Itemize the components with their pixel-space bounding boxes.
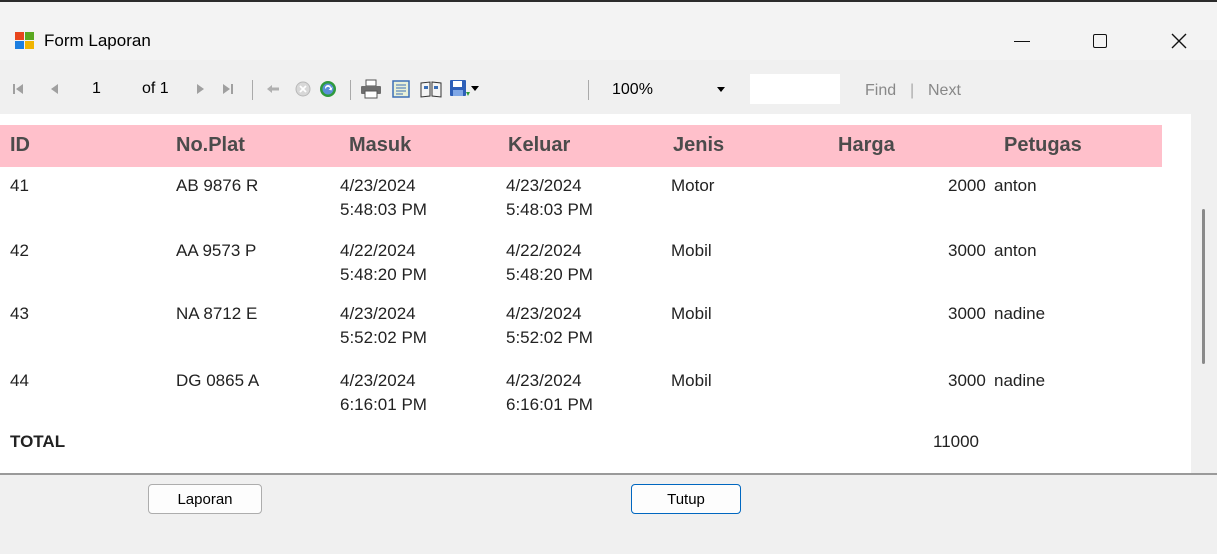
window-title: Form Laporan [44,31,151,50]
cell-keluar-date: 4/23/2024 [506,176,582,195]
vertical-scrollbar[interactable] [1191,114,1217,474]
cell-plat: AA 9573 P [176,241,257,260]
cell-plat: NA 8712 E [176,304,258,323]
total-value: 11000 [933,432,980,451]
toolbar-separator [350,80,351,100]
report-viewer-toolbar: of 1 100% [0,64,1217,114]
minimize-icon [1014,40,1030,42]
tutup-button[interactable]: Tutup [631,484,741,514]
last-page-icon[interactable] [218,78,238,100]
print-icon[interactable] [358,78,384,100]
column-header-petugas: Petugas [1004,134,1082,156]
cell-masuk-date: 4/23/2024 [340,176,416,195]
cell-plat: DG 0865 A [176,371,260,390]
cell-keluar-time: 5:48:03 PM [506,200,593,219]
cell-petugas: nadine [994,304,1046,323]
laporan-button[interactable]: Laporan [148,484,262,514]
next-link[interactable]: Next [928,82,961,100]
column-header-keluar: Keluar [508,134,571,156]
cell-id: 41 [10,176,29,195]
cell-masuk-time: 6:16:01 PM [340,395,427,414]
maximize-button[interactable] [1072,20,1128,62]
cell-keluar-time: 5:52:02 PM [506,328,593,347]
cell-keluar-date: 4/23/2024 [506,371,582,390]
cell-plat: AB 9876 R [176,176,259,195]
cell-jenis: Mobil [671,371,712,390]
panel-divider [0,473,1217,475]
cell-harga: 3000 [948,241,986,260]
save-icon [450,80,470,96]
zoom-value: 100% [612,81,653,98]
cell-keluar-date: 4/22/2024 [506,241,582,260]
column-header-plat: No.Plat [176,134,245,156]
cell-petugas: anton [994,176,1037,195]
report-view[interactable]: ID No.Plat Masuk Keluar Jenis Harga Petu… [0,114,1191,474]
first-page-icon[interactable] [8,78,28,100]
form-laporan-window: Form Laporan of 1 [0,0,1217,554]
find-link[interactable]: Find [865,82,896,100]
previous-page-icon[interactable] [45,78,65,100]
cell-jenis: Mobil [671,241,712,260]
chevron-down-icon [471,86,479,91]
table-header [0,125,1162,167]
column-header-jenis: Jenis [673,134,725,156]
cell-keluar-time: 5:48:20 PM [506,265,593,284]
page-setup-icon[interactable] [418,78,444,100]
cell-masuk-time: 5:48:03 PM [340,200,427,219]
refresh-icon[interactable] [316,78,340,100]
cell-masuk-time: 5:52:02 PM [340,328,427,347]
find-input[interactable] [750,74,840,104]
cell-harga: 2000 [948,176,986,195]
cell-id: 43 [10,304,29,323]
cell-harga: 3000 [948,304,986,323]
cell-jenis: Mobil [671,304,712,323]
cell-id: 42 [10,241,29,260]
cell-harga: 3000 [948,371,986,390]
cell-masuk-date: 4/22/2024 [340,241,416,260]
cell-jenis: Motor [671,176,715,195]
chevron-down-icon [717,87,725,92]
current-page-input[interactable] [82,77,120,101]
next-page-icon[interactable] [190,78,210,100]
zoom-select[interactable]: 100% [601,78,735,102]
stop-icon[interactable] [292,78,314,100]
app-form-icon [15,32,35,50]
print-layout-icon[interactable] [388,78,414,100]
close-icon [1171,33,1187,49]
cell-keluar-date: 4/23/2024 [506,304,582,323]
title-bar[interactable]: Form Laporan [0,2,1217,60]
cell-petugas: nadine [994,371,1046,390]
toolbar-separator [588,80,589,100]
minimize-button[interactable] [994,20,1050,62]
cell-masuk-time: 5:48:20 PM [340,265,427,284]
cell-petugas: anton [994,241,1037,260]
column-header-masuk: Masuk [349,134,412,156]
column-header-id: ID [10,134,30,156]
column-header-harga: Harga [838,134,895,156]
scrollbar-thumb[interactable] [1202,209,1205,364]
export-save-dropdown[interactable] [446,78,482,100]
cell-id: 44 [10,371,29,390]
close-button[interactable] [1151,20,1207,62]
total-label: TOTAL [10,432,66,451]
find-separator: | [910,82,915,99]
maximize-icon [1093,34,1107,48]
cell-masuk-date: 4/23/2024 [340,371,416,390]
page-count-label: of 1 [142,80,169,97]
cell-masuk-date: 4/23/2024 [340,304,416,323]
cell-keluar-time: 6:16:01 PM [506,395,593,414]
toolbar-separator [252,80,253,100]
back-icon[interactable] [262,78,284,100]
